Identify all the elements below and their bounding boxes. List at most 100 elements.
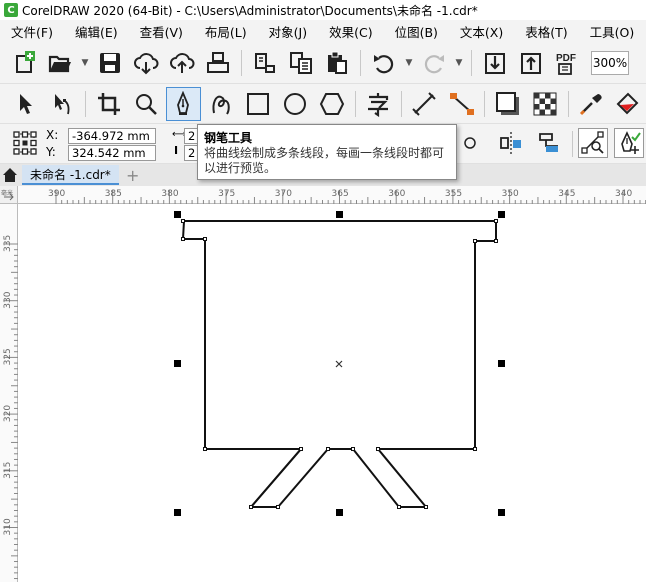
path-node[interactable] — [326, 447, 330, 451]
export-icon — [521, 52, 541, 74]
export-button[interactable] — [515, 47, 547, 79]
preview-mode-icon[interactable] — [463, 136, 477, 150]
selection-handle-bottom-right[interactable] — [498, 509, 505, 516]
cloud-download-icon — [134, 52, 159, 74]
path-node[interactable] — [249, 505, 253, 509]
zoom-tool-button[interactable] — [129, 87, 164, 121]
redo-button[interactable] — [418, 47, 450, 79]
ruler-origin-corner[interactable]: 毫米 — [0, 186, 18, 204]
menu-view[interactable]: 查看(V) — [129, 22, 194, 41]
copy-icon — [290, 51, 312, 74]
pen-tool-button[interactable] — [165, 86, 201, 121]
auto-close-curve-icon[interactable] — [498, 130, 524, 156]
y-position-input[interactable]: 324.542 mm — [68, 145, 156, 161]
wrap-text-icon[interactable] — [536, 130, 562, 156]
parallel-dimension-tool-button[interactable] — [407, 87, 442, 121]
rectangle-tool-button[interactable] — [240, 87, 275, 121]
cloud-download-button[interactable] — [130, 47, 162, 79]
menu-object[interactable]: 对象(J) — [258, 22, 318, 41]
home-icon — [3, 168, 17, 182]
eyedropper-tool-button[interactable] — [574, 87, 609, 121]
shape-tool-button[interactable] — [45, 87, 80, 121]
document-tab[interactable]: 未命名 -1.cdr* — [22, 165, 119, 185]
text-tool-button[interactable] — [361, 87, 396, 121]
ellipse-tool-button[interactable] — [277, 87, 312, 121]
open-dropdown-icon[interactable]: ▼ — [80, 58, 90, 68]
menu-file[interactable]: 文件(F) — [0, 22, 64, 41]
transparency-tool-button[interactable] — [527, 87, 562, 121]
import-button[interactable] — [479, 47, 511, 79]
menu-table[interactable]: 表格(T) — [514, 22, 578, 41]
path-node[interactable] — [276, 505, 280, 509]
new-document-button[interactable] — [8, 47, 40, 79]
selection-handle-middle-right[interactable] — [498, 360, 505, 367]
undo-button[interactable] — [368, 47, 400, 79]
new-tab-button[interactable]: + — [123, 165, 143, 185]
selection-handle-top-right[interactable] — [498, 211, 505, 218]
path-node[interactable] — [299, 447, 303, 451]
object-origin-icon[interactable] — [12, 130, 38, 156]
toolbar-separator — [360, 49, 361, 76]
path-node[interactable] — [473, 239, 477, 243]
path-node[interactable] — [351, 447, 355, 451]
selection-handle-top-center[interactable] — [336, 211, 343, 218]
path-node[interactable] — [397, 505, 401, 509]
path-node[interactable] — [494, 239, 498, 243]
cloud-upload-button[interactable] — [166, 47, 198, 79]
vertical-ruler[interactable]: 335 330 325 320 315 310 — [0, 204, 18, 582]
drawing-canvas[interactable] — [19, 205, 646, 582]
polygon-tool-button[interactable] — [315, 87, 350, 121]
menu-bitmaps[interactable]: 位图(B) — [384, 22, 449, 41]
interactive-fill-tool-button[interactable] — [611, 87, 646, 121]
artistic-media-tool-button[interactable] — [203, 87, 238, 121]
toolbox — [0, 84, 646, 124]
path-node[interactable] — [424, 505, 428, 509]
redo-dropdown-icon[interactable]: ▼ — [454, 58, 464, 68]
y-label: Y: — [46, 145, 56, 159]
import-icon — [485, 52, 505, 74]
paste-button[interactable] — [321, 47, 353, 79]
path-node[interactable] — [473, 447, 477, 451]
menu-layout[interactable]: 布局(L) — [194, 22, 258, 41]
width-input[interactable]: 2 — [184, 128, 198, 144]
path-node[interactable] — [203, 237, 207, 241]
save-button[interactable] — [94, 47, 126, 79]
pen-options-button[interactable] — [614, 128, 644, 158]
ruler-label: 325 — [3, 348, 13, 365]
menu-text[interactable]: 文本(X) — [449, 22, 514, 41]
path-node[interactable] — [181, 219, 185, 223]
drop-shadow-icon — [495, 91, 519, 115]
path-node[interactable] — [494, 219, 498, 223]
pick-tool-button[interactable] — [8, 87, 43, 121]
connector-tool-button[interactable] — [444, 87, 479, 121]
publish-pdf-button[interactable]: PDF — [551, 47, 583, 79]
selection-handle-top-left[interactable] — [174, 211, 181, 218]
zoom-level-input[interactable]: 300% — [591, 50, 629, 75]
shape-tool-toggle-button[interactable] — [578, 128, 608, 158]
hexagon-icon — [320, 92, 345, 115]
height-input[interactable]: 2 — [184, 145, 198, 161]
menu-effects[interactable]: 效果(C) — [318, 22, 383, 41]
toolbar-separator — [400, 90, 402, 117]
selection-handle-middle-left[interactable] — [174, 360, 181, 367]
undo-dropdown-icon[interactable]: ▼ — [404, 58, 414, 68]
path-node[interactable] — [376, 447, 380, 451]
path-node[interactable] — [203, 447, 207, 451]
undo-icon — [374, 54, 394, 73]
menu-tools[interactable]: 工具(O) — [579, 22, 646, 41]
drawn-curve-leg-left[interactable] — [250, 448, 302, 508]
selection-handle-bottom-left[interactable] — [174, 509, 181, 516]
print-button[interactable] — [202, 47, 234, 79]
path-node[interactable] — [181, 237, 185, 241]
horizontal-ruler[interactable]: 390 385 380 375 370 365 360 355 350 345 340 — [18, 186, 646, 204]
dimension-line-icon — [412, 91, 437, 116]
home-tab[interactable] — [0, 164, 20, 186]
open-button[interactable] — [44, 47, 76, 79]
drop-shadow-tool-button[interactable] — [490, 87, 525, 121]
x-position-input[interactable]: -364.972 mm — [68, 128, 156, 144]
cut-button[interactable] — [249, 47, 281, 79]
selection-handle-bottom-center[interactable] — [336, 509, 343, 516]
copy-button[interactable] — [285, 47, 317, 79]
menu-edit[interactable]: 编辑(E) — [64, 22, 129, 41]
crop-tool-button[interactable] — [91, 87, 126, 121]
